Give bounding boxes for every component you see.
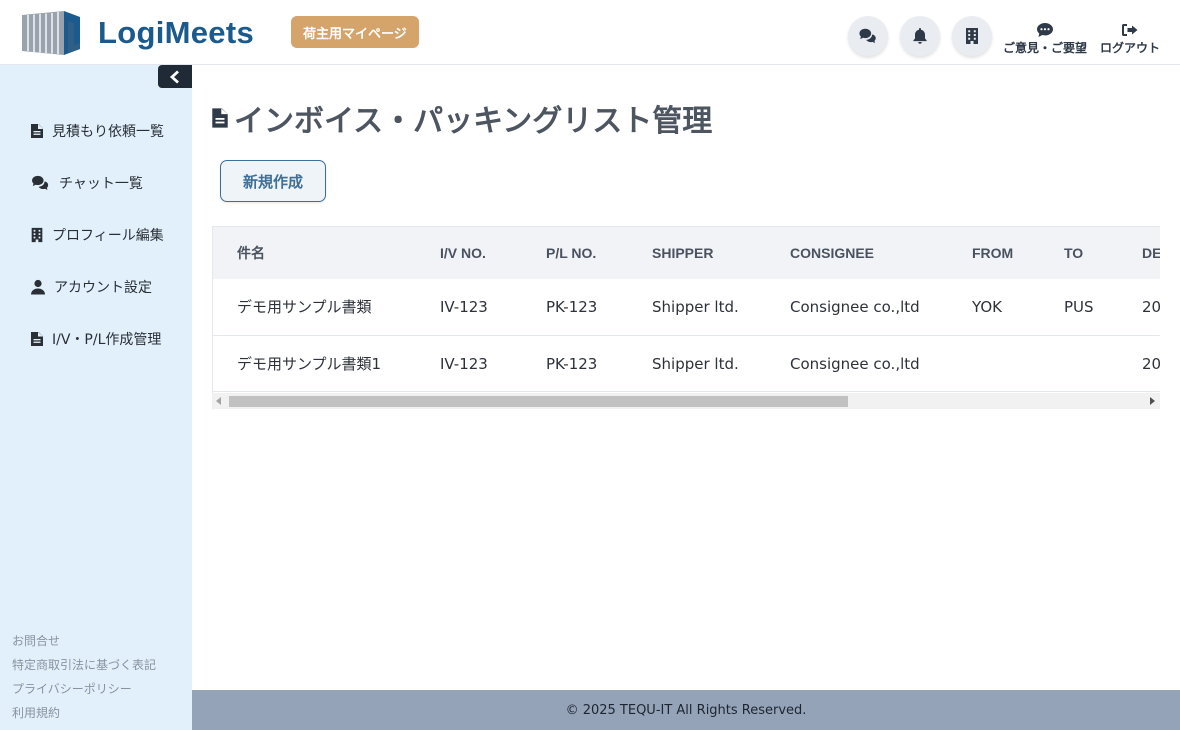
bell-icon — [913, 28, 927, 44]
table-cell: Shipper ltd. — [628, 278, 766, 336]
logo[interactable]: LogiMeets — [20, 9, 254, 57]
table-cell: Consignee co.,ltd — [766, 335, 948, 392]
building-icon — [966, 28, 978, 44]
column-header[interactable]: FROM — [948, 226, 1040, 279]
table-cell: 20 — [1120, 335, 1160, 392]
company-button[interactable] — [952, 16, 992, 56]
sidebar-item-iv-pl[interactable]: I/V・P/L作成管理 — [30, 329, 161, 349]
brand-name: LogiMeets — [98, 15, 254, 50]
table-row[interactable]: デモ用サンプル書類 IV-123 PK-123 Shipper ltd. Con… — [213, 278, 1160, 336]
speech-bubble-icon — [1037, 23, 1053, 37]
table-row[interactable]: デモ用サンプル書類1 IV-123 PK-123 Shipper ltd. Co… — [213, 335, 1160, 392]
document-icon — [31, 332, 43, 346]
logout-icon — [1122, 24, 1138, 36]
table-cell: IV-123 — [416, 278, 522, 336]
table-cell: PK-123 — [522, 278, 628, 336]
sidebar: 見積もり依頼一覧 チャット一覧 プロフィール編集 アカウント設定 I/V・P/L… — [0, 65, 192, 730]
table-cell — [1040, 335, 1120, 392]
sidebar-item-label: プロフィール編集 — [52, 228, 164, 244]
table-cell: Shipper ltd. — [628, 335, 766, 392]
commerce-law-link[interactable]: 特定商取引法に基づく表記 — [12, 657, 156, 681]
table-cell: IV-123 — [416, 335, 522, 392]
column-header[interactable]: CONSIGNEE — [766, 226, 948, 279]
documents-table: 件名 I/V NO. P/L NO. SHIPPER CONSIGNEE FRO… — [212, 226, 1160, 410]
sidebar-item-label: I/V・P/L作成管理 — [52, 332, 162, 348]
table-header-row: 件名 I/V NO. P/L NO. SHIPPER CONSIGNEE FRO… — [213, 226, 1160, 279]
notification-button[interactable] — [900, 16, 940, 56]
page-title-text: インボイス・パッキングリスト管理 — [234, 104, 713, 139]
privacy-policy-link[interactable]: プライバシーポリシー — [12, 681, 156, 705]
document-icon — [212, 108, 228, 128]
sidebar-collapse-button[interactable] — [158, 65, 192, 88]
table-cell: 20 — [1120, 278, 1160, 336]
column-header[interactable]: I/V NO. — [416, 226, 522, 279]
document-icon — [31, 124, 43, 138]
create-new-button[interactable]: 新規作成 — [220, 160, 326, 202]
chevron-left-icon — [169, 69, 179, 84]
table-cell: PUS — [1040, 278, 1120, 336]
column-header[interactable]: 件名 — [213, 226, 416, 279]
table-cell: デモ用サンプル書類1 — [213, 335, 416, 392]
sidebar-item-profile[interactable]: プロフィール編集 — [30, 225, 164, 245]
building-icon — [31, 227, 43, 243]
sidebar-item-label: 見積もり依頼一覧 — [52, 124, 164, 140]
table-cell: Consignee co.,ltd — [766, 278, 948, 336]
page-title: インボイス・パッキングリスト管理 — [211, 96, 712, 140]
logout-label: ログアウト — [1100, 41, 1161, 55]
role-badge: 荷主用マイページ — [291, 16, 419, 48]
sidebar-item-account[interactable]: アカウント設定 — [30, 277, 152, 297]
container-logo-icon — [22, 11, 80, 55]
chat-icon — [859, 28, 876, 44]
sidebar-footer-links: お問合せ 特定商取引法に基づく表記 プライバシーポリシー 利用規約 — [12, 633, 156, 729]
scroll-right-arrow-icon[interactable] — [1150, 397, 1155, 405]
column-header[interactable]: DE — [1120, 226, 1160, 279]
scroll-left-arrow-icon[interactable] — [216, 397, 221, 405]
sidebar-item-label: チャット一覧 — [59, 176, 143, 192]
table-cell — [948, 335, 1040, 392]
user-icon — [31, 279, 45, 295]
app-header: LogiMeets 荷主用マイページ ご意見・ご要望 ログアウト — [0, 0, 1180, 65]
table-cell: YOK — [948, 278, 1040, 336]
table-cell: デモ用サンプル書類 — [213, 278, 416, 336]
chat-icon — [32, 175, 49, 191]
table-horizontal-scrollbar[interactable] — [212, 393, 1160, 409]
feedback-label: ご意見・ご要望 — [1003, 41, 1088, 55]
page-footer: © 2025 TEQU-IT All Rights Reserved. — [192, 690, 1180, 730]
feedback-link[interactable]: ご意見・ご要望 — [1003, 22, 1087, 56]
column-header[interactable]: SHIPPER — [628, 226, 766, 279]
contact-link[interactable]: お問合せ — [12, 633, 156, 657]
chat-button[interactable] — [848, 16, 888, 56]
sidebar-item-label: アカウント設定 — [54, 280, 152, 296]
copyright-text: © 2025 TEQU-IT All Rights Reserved. — [565, 702, 807, 718]
sidebar-item-chats[interactable]: チャット一覧 — [30, 173, 143, 193]
column-header[interactable]: TO — [1040, 226, 1120, 279]
terms-link[interactable]: 利用規約 — [12, 705, 156, 729]
logout-link[interactable]: ログアウト — [1100, 22, 1160, 56]
sidebar-item-quote-requests[interactable]: 見積もり依頼一覧 — [30, 121, 164, 141]
scrollbar-thumb[interactable] — [229, 396, 848, 407]
column-header[interactable]: P/L NO. — [522, 226, 628, 279]
table-cell: PK-123 — [522, 335, 628, 392]
